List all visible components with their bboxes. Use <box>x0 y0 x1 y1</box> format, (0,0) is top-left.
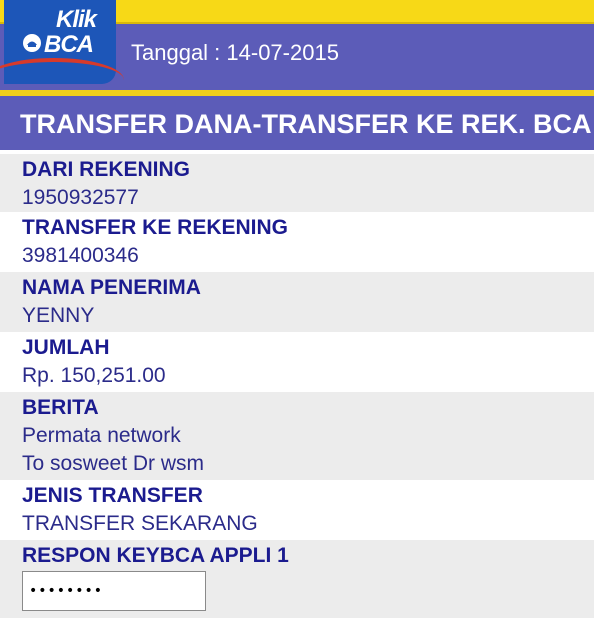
field-nama-penerima: NAMA PENERIMA YENNY <box>0 272 594 332</box>
logo-text-bca: BCA <box>44 31 94 58</box>
bca-emblem-icon <box>23 34 41 52</box>
page-title: TRANSFER DANA-TRANSFER KE REK. BCA <box>20 109 592 139</box>
app-header: Klik BCA Tanggal : 14-07-2015 <box>0 0 594 90</box>
field-jenis-transfer: JENIS TRANSFER TRANSFER SEKARANG <box>0 480 594 540</box>
title-bar: TRANSFER DANA-TRANSFER KE REK. BCA <box>0 96 594 150</box>
klikbca-logo[interactable]: Klik BCA <box>0 0 124 84</box>
field-value: TRANSFER SEKARANG <box>22 512 258 535</box>
field-transfer-ke-rekening: TRANSFER KE REKENING 3981400346 <box>0 212 594 272</box>
field-label: TRANSFER KE REKENING <box>22 216 289 239</box>
field-label: BERITA <box>22 396 99 419</box>
field-value-line-1: Permata network <box>22 424 181 447</box>
field-label: NAMA PENERIMA <box>22 276 201 299</box>
field-value: Rp. 150,251.00 <box>22 364 166 387</box>
field-dari-rekening: DARI REKENING 1950932577 <box>0 154 594 212</box>
field-label: DARI REKENING <box>22 158 191 181</box>
field-value: YENNY <box>22 304 95 327</box>
respon-keybca-input[interactable]: •••••••• <box>22 571 206 611</box>
field-label: RESPON KEYBCA APPLI 1 <box>22 544 289 567</box>
logo-text-klik: Klik <box>56 6 97 33</box>
field-label: JUMLAH <box>22 336 110 359</box>
field-value: 3981400346 <box>22 244 139 267</box>
field-value: 1950932577 <box>22 186 139 209</box>
logo-swoosh-icon <box>0 58 124 90</box>
field-berita: BERITA Permata network To sosweet Dr wsm <box>0 392 594 480</box>
field-label: JENIS TRANSFER <box>22 484 203 507</box>
field-jumlah: JUMLAH Rp. 150,251.00 <box>0 332 594 392</box>
date-label: Tanggal : 14-07-2015 <box>131 40 339 65</box>
field-value-line-2: To sosweet Dr wsm <box>22 452 205 475</box>
